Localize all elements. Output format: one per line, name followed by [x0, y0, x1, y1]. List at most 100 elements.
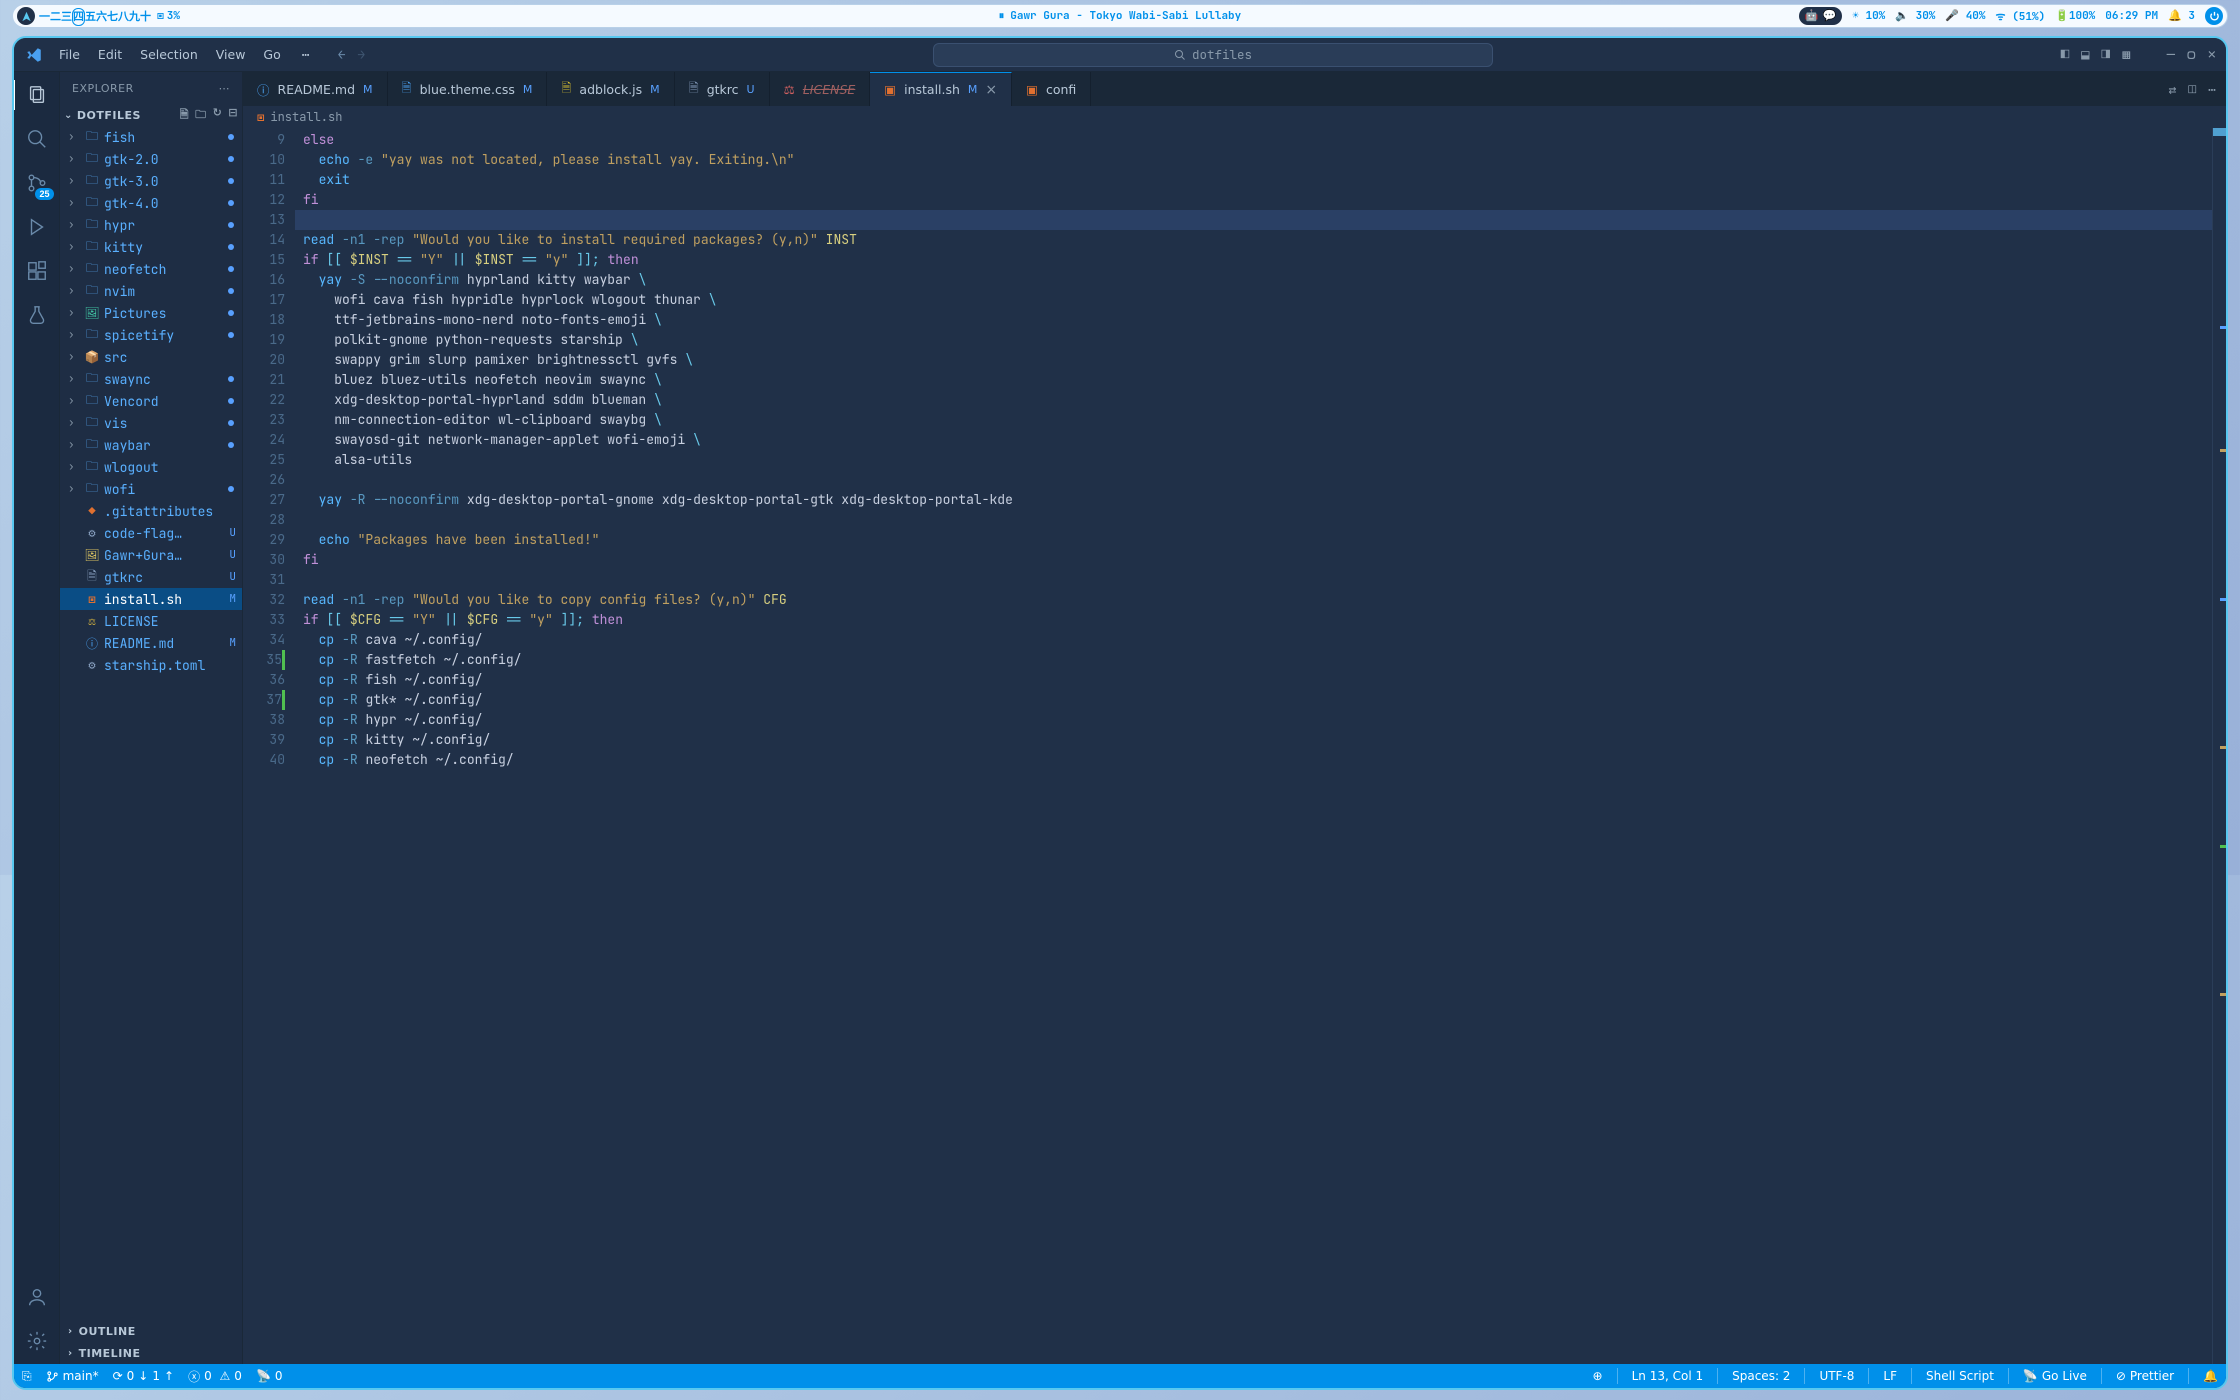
line-number[interactable]: 21 [243, 370, 285, 390]
tree-folder-fish[interactable]: › 🗀 fish [60, 126, 242, 148]
line-number[interactable]: 18 [243, 310, 285, 330]
status-golive[interactable]: 📡 Go Live [2023, 1369, 2087, 1383]
workspace-3[interactable]: 三 [61, 8, 72, 26]
tab-confi[interactable]: ▣ confi [1012, 72, 1091, 106]
line-number[interactable]: 15 [243, 250, 285, 270]
tab-LICENSE[interactable]: ⚖ LICENSE [770, 72, 871, 106]
code-line[interactable]: fi [295, 190, 2212, 210]
tree-folder-neofetch[interactable]: › 🗀 neofetch [60, 258, 242, 280]
tree-folder-gtk-2.0[interactable]: › 🗀 gtk-2.0 [60, 148, 242, 170]
mic-indicator[interactable]: 🎤 40% [1945, 9, 1985, 23]
tree-file-README-md[interactable]: ⓘ README.md M [60, 632, 242, 654]
workspace-8[interactable]: 八 [118, 8, 129, 26]
tree-folder-vis[interactable]: › 🗀 vis [60, 412, 242, 434]
code-line[interactable]: exit [295, 170, 2212, 190]
code-line[interactable]: cp -R gtk* ~/.config/ [295, 690, 2212, 710]
timeline-section-header[interactable]: › TIMELINE [60, 1342, 242, 1364]
tab-gtkrc[interactable]: 🗎 gtkrc U [675, 72, 770, 106]
refresh-button[interactable]: ↻ [213, 106, 223, 125]
activity-extensions[interactable] [24, 258, 50, 284]
tab-adblock-js[interactable]: 🗎 adblock.js M [547, 72, 674, 106]
tree-folder-waybar[interactable]: › 🗀 waybar [60, 434, 242, 456]
tree-file--gitattributes[interactable]: ◆ .gitattributes [60, 500, 242, 522]
window-maximize-button[interactable]: ▢ [2187, 46, 2196, 64]
arch-logo-icon[interactable] [17, 7, 35, 25]
line-number[interactable]: 11 [243, 170, 285, 190]
status-radio[interactable]: 📡 0 [256, 1369, 283, 1383]
code-line[interactable]: read -n1 -rep "Would you like to copy co… [295, 590, 2212, 610]
code-line[interactable]: echo -e "yay was not located, please ins… [295, 150, 2212, 170]
status-indent[interactable]: Spaces: 2 [1732, 1369, 1790, 1383]
line-number[interactable]: 32 [243, 590, 285, 610]
status-problems[interactable]: ⓧ 0 ⚠ 0 [188, 1368, 242, 1385]
layout-sidebar-left-icon[interactable]: ◧ [2061, 46, 2069, 64]
line-number[interactable]: 30 [243, 550, 285, 570]
menu-go[interactable]: Go [254, 44, 289, 65]
line-number[interactable]: 24 [243, 430, 285, 450]
line-number[interactable]: 16 [243, 270, 285, 290]
line-number[interactable]: 23 [243, 410, 285, 430]
tree-folder-src[interactable]: › 📦 src [60, 346, 242, 368]
tree-file-install-sh[interactable]: ▣ install.sh M [60, 588, 242, 610]
workspace-9[interactable]: 九 [129, 8, 140, 26]
line-number[interactable]: 28 [243, 510, 285, 530]
status-branch[interactable]: main* [46, 1369, 99, 1383]
workspace-6[interactable]: 六 [96, 8, 107, 26]
breadcrumb[interactable]: ▣ install.sh [243, 106, 2226, 128]
code-line[interactable]: yay -R --noconfirm xdg-desktop-portal-gn… [295, 490, 2212, 510]
window-close-button[interactable]: ✕ [2208, 46, 2216, 64]
code-line[interactable]: polkit-gnome python-requests starship \ [295, 330, 2212, 350]
clock[interactable]: 06:29 PM [2105, 9, 2158, 23]
line-number[interactable]: 34 [243, 630, 285, 650]
line-number[interactable]: 10 [243, 150, 285, 170]
code-line[interactable]: nm-connection-editor wl-clipboard swaybg… [295, 410, 2212, 430]
status-find[interactable]: ⊕ [1593, 1369, 1603, 1383]
command-center[interactable]: dotfiles [933, 43, 1493, 67]
outline-section-header[interactable]: › OUTLINE [60, 1320, 242, 1342]
line-number[interactable]: 27 [243, 490, 285, 510]
status-bell[interactable]: 🔔 [2203, 1369, 2218, 1383]
menu-file[interactable]: File [50, 44, 89, 65]
status-prettier[interactable]: ⊘ Prettier [2116, 1369, 2174, 1383]
code-line[interactable]: if [[ $CFG == "Y" || $CFG == "y" ]]; the… [295, 610, 2212, 630]
tree-file-code-flag-[interactable]: ⚙ code-flag… U [60, 522, 242, 544]
code-line[interactable]: ttf-jetbrains-mono-nerd noto-fonts-emoji… [295, 310, 2212, 330]
menu-edit[interactable]: Edit [89, 44, 131, 65]
window-minimize-button[interactable]: — [2167, 46, 2175, 64]
tab-more-button[interactable]: ⋯ [2208, 81, 2216, 98]
workspace-4[interactable]: 四 [72, 8, 85, 26]
workspace-2[interactable]: 二 [50, 8, 61, 26]
tree-folder-spicetify[interactable]: › 🗀 spicetify [60, 324, 242, 346]
file-tree[interactable]: › 🗀 fish › 🗀 gtk-2.0 › 🗀 gtk-3.0 › 🗀 gtk… [60, 126, 242, 1320]
code-line[interactable]: cp -R neofetch ~/.config/ [295, 750, 2212, 770]
code-line[interactable]: swayosd-git network-manager-applet wofi-… [295, 430, 2212, 450]
workspace-10[interactable]: 十 [140, 8, 151, 26]
line-number[interactable]: 26 [243, 470, 285, 490]
tree-file-LICENSE[interactable]: ⚖ LICENSE [60, 610, 242, 632]
layout-panel-icon[interactable]: ⬓ [2081, 46, 2089, 64]
sidebar-more-button[interactable]: ⋯ [219, 82, 231, 95]
minimap[interactable] [2212, 128, 2226, 1364]
activity-scm[interactable]: 25 [24, 170, 50, 196]
code-line[interactable] [295, 510, 2212, 530]
activity-accounts[interactable] [24, 1284, 50, 1310]
wifi-indicator[interactable]: ᯤ (51%) [1996, 9, 2046, 24]
code-line[interactable] [295, 570, 2212, 590]
line-number[interactable]: 25 [243, 450, 285, 470]
line-number[interactable]: 33 [243, 610, 285, 630]
activity-testing[interactable] [24, 302, 50, 328]
status-sync[interactable]: ⟳ 0↓ 1↑ [113, 1369, 174, 1383]
tree-file-gtkrc[interactable]: 🗎 gtkrc U [60, 566, 242, 588]
battery-indicator[interactable]: 🔋100% [2055, 9, 2095, 23]
notifications-indicator[interactable]: 🔔 3 [2168, 9, 2195, 23]
line-number[interactable]: 36 [243, 670, 285, 690]
code-line[interactable]: fi [295, 550, 2212, 570]
code-line[interactable]: wofi cava fish hypridle hyprlock wlogout… [295, 290, 2212, 310]
code-line[interactable]: cp -R cava ~/.config/ [295, 630, 2212, 650]
tree-folder-wofi[interactable]: › 🗀 wofi [60, 478, 242, 500]
tree-folder-gtk-3.0[interactable]: › 🗀 gtk-3.0 [60, 170, 242, 192]
line-number[interactable]: 19 [243, 330, 285, 350]
code-line[interactable]: cp -R hypr ~/.config/ [295, 710, 2212, 730]
menu-selection[interactable]: Selection [131, 44, 207, 65]
new-folder-button[interactable]: 🗀 [195, 106, 207, 125]
